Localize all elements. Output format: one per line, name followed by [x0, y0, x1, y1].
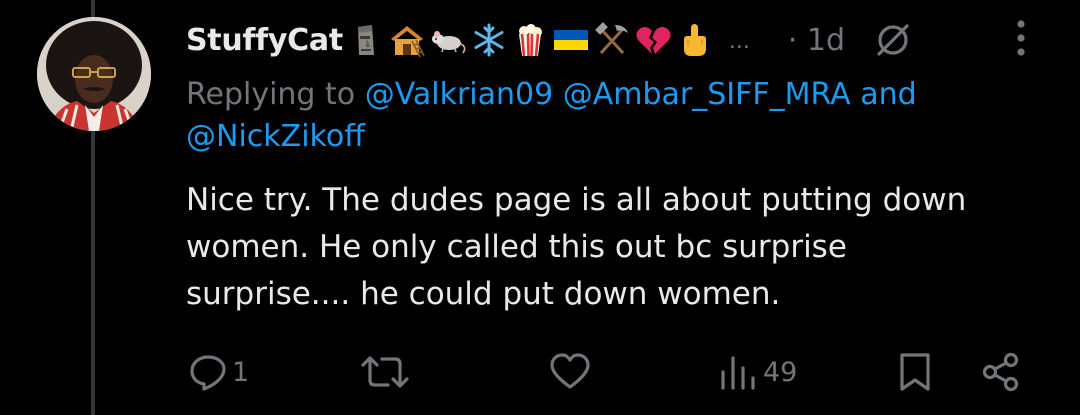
- tweet-body-line: women. He only called this out bc surpri…: [186, 229, 847, 265]
- tweet-header: StuffyCat ... · 1d: [186, 14, 1046, 66]
- broken-heart-icon: [636, 27, 671, 54]
- mention-line-1[interactable]: @Valkrian09 @Ambar_SIFF_MRA: [365, 77, 851, 112]
- username-emoji-row: [347, 21, 713, 59]
- mention-line-2[interactable]: @NickZikoff: [186, 119, 365, 154]
- avatar[interactable]: [37, 17, 151, 131]
- avatar-image: [37, 17, 151, 131]
- popcorn-icon: [518, 24, 542, 57]
- reply-count: 1: [232, 356, 250, 388]
- views-icon: [721, 356, 755, 390]
- share-button[interactable]: [980, 350, 1022, 394]
- retweet-icon: [361, 356, 409, 388]
- timestamp[interactable]: · 1d: [788, 23, 845, 58]
- mute-icon[interactable]: [873, 20, 913, 60]
- snowflake-icon: [474, 23, 504, 57]
- house-with-ladder-icon: [390, 26, 425, 58]
- tweet-body-line: Nice try. The dudes page is all about pu…: [186, 182, 967, 218]
- bookmark-icon: [900, 353, 930, 391]
- ukraine-flag-icon: [553, 30, 588, 50]
- reply-button[interactable]: 1: [188, 350, 249, 394]
- retweet-button[interactable]: [360, 350, 410, 394]
- bookmark-button[interactable]: [898, 350, 932, 394]
- replying-to: Replying to @Valkrian09 @Ambar_SIFF_MRA …: [186, 74, 1006, 158]
- like-button[interactable]: [549, 350, 591, 394]
- views-count: 49: [763, 356, 798, 388]
- tweet-body: Nice try. The dudes page is all about pu…: [186, 177, 1036, 318]
- middle-finger-icon: [683, 24, 706, 56]
- emoji-overflow-ellipsis: ...: [728, 28, 750, 54]
- like-icon: [550, 353, 590, 389]
- reply-icon: [190, 355, 226, 391]
- replying-prefix: Replying to: [186, 77, 356, 112]
- moai-icon: [357, 25, 374, 55]
- username[interactable]: StuffyCat: [186, 23, 343, 58]
- mention-and[interactable]: and: [851, 77, 916, 112]
- tweet-body-line: surprise.... he could put down women.: [186, 276, 781, 312]
- share-icon: [982, 352, 1019, 392]
- rat-icon: [431, 31, 466, 54]
- views-button[interactable]: 49: [719, 350, 797, 394]
- hammer-and-pick-icon: [595, 22, 628, 55]
- more-icon[interactable]: [1010, 16, 1032, 60]
